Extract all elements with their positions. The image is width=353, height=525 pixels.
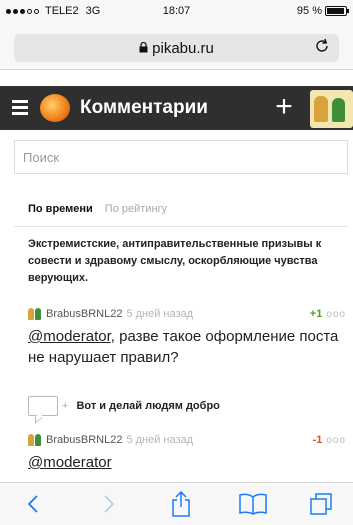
add-post-button[interactable]: + [268, 92, 300, 124]
app-bar: Комментарии + [0, 86, 353, 130]
url-text: pikabu.ru [152, 40, 214, 57]
comment-avatar[interactable] [28, 308, 42, 320]
comment-header: BrabusBRNL22 5 дней назад -1 ooo [28, 434, 346, 446]
comment-rating: -1 [312, 434, 323, 446]
comment-time: 5 дней назад [126, 434, 194, 446]
comment-author[interactable]: BrabusBRNL22 [46, 434, 122, 446]
more-options-icon[interactable]: ooo [326, 435, 346, 446]
sort-tabs: По времени По рейтингу [28, 203, 167, 215]
pikabu-logo[interactable] [40, 94, 70, 122]
comment-header: BrabusBRNL22 5 дней назад +1 ooo [28, 308, 346, 320]
address-bar[interactable]: pikabu.ru [14, 34, 339, 62]
battery-icon [325, 6, 349, 16]
more-options-icon[interactable]: ooo [326, 309, 346, 320]
tabs-icon[interactable] [306, 489, 336, 519]
post-text: Экстремистские, антиправительственные пр… [28, 238, 322, 284]
status-right: 95 % [296, 5, 349, 17]
tab-by-rating[interactable]: По рейтингу [105, 203, 167, 215]
page-title: Комментарии [80, 97, 208, 118]
comment-rating: +1 [309, 308, 323, 320]
browser-toolbar [0, 482, 353, 525]
mention-link[interactable]: @moderator [28, 454, 112, 471]
tab-by-time[interactable]: По времени [28, 203, 93, 215]
comment-author[interactable]: BrabusBRNL22 [46, 308, 122, 320]
lock-icon [139, 41, 148, 56]
url-display[interactable]: pikabu.ru [14, 40, 339, 57]
forward-icon[interactable] [94, 489, 124, 519]
reply-plus[interactable]: + [62, 400, 68, 412]
mention-link[interactable]: @moderator [28, 328, 111, 345]
tabs-divider [14, 226, 348, 227]
comment-time: 5 дней назад [126, 308, 194, 320]
back-icon[interactable] [18, 489, 48, 519]
comment-body: @moderator [28, 452, 346, 473]
search-box [14, 140, 348, 174]
status-bar: TELE2 3G 18:07 95 % [0, 0, 353, 22]
bookmarks-icon[interactable] [236, 489, 270, 519]
share-icon[interactable] [166, 489, 196, 519]
reply-text: Вот и делай людям добро [76, 400, 220, 412]
reply-icon[interactable] [28, 396, 58, 416]
search-input[interactable] [15, 141, 347, 173]
menu-icon[interactable] [12, 100, 28, 115]
browser-address-area: pikabu.ru [0, 22, 353, 70]
battery-percent: 95 % [296, 5, 322, 17]
comment-avatar[interactable] [28, 434, 42, 446]
comment-body: @moderator, разве такое оформление поста… [28, 326, 346, 368]
reload-icon[interactable] [315, 38, 329, 59]
user-avatar[interactable] [310, 90, 353, 128]
reply-row: + Вот и делай людям добро [28, 396, 220, 416]
